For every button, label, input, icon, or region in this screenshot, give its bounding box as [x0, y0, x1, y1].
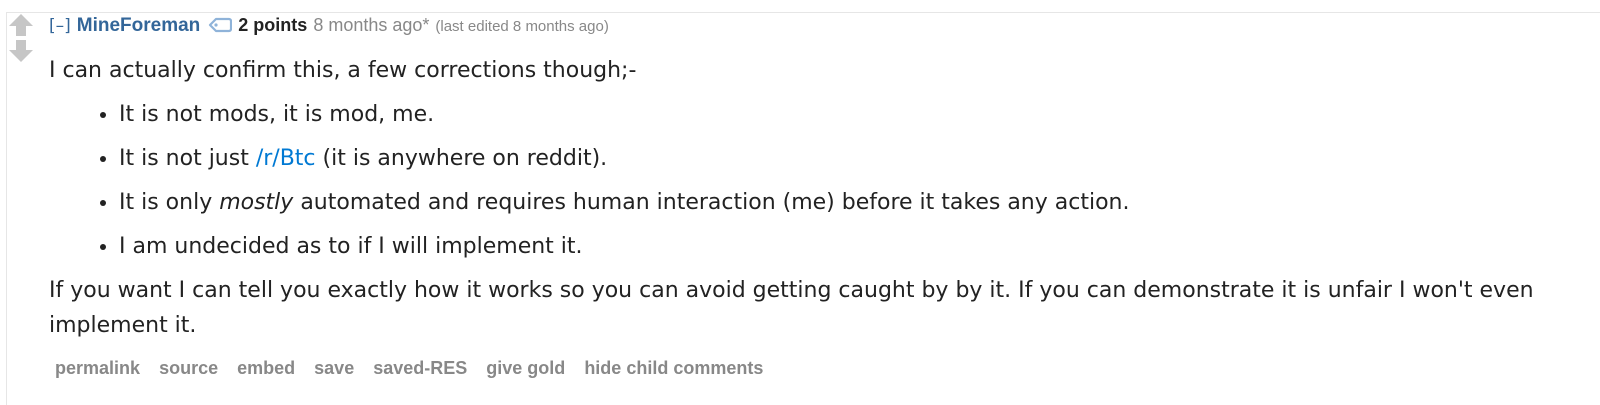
source-button[interactable]: source	[159, 358, 218, 378]
bullet-text: It is not just	[119, 146, 256, 171]
down-arrow-icon[interactable]	[8, 38, 34, 64]
list-item: It is only mostly automated and requires…	[119, 185, 1549, 220]
edited-label: (last edited 8 months ago)	[435, 18, 609, 35]
intro-paragraph: I can actually confirm this, a few corre…	[49, 58, 637, 83]
vote-column	[8, 12, 38, 64]
embed-button[interactable]: embed	[237, 358, 295, 378]
bullet-text: It is not mods, it is mod, me.	[119, 102, 435, 127]
comment-tagline: [–] MineForeman 2 points 8 months ago* (las…	[49, 13, 609, 40]
list-item: I am undecided as to if I will implement…	[119, 229, 1549, 264]
up-arrow-icon[interactable]	[8, 12, 34, 38]
score-label: 2 points	[238, 15, 308, 35]
corrections-list: It is not mods, it is mod, me. It is not…	[49, 97, 1549, 264]
emphasis-text: mostly	[219, 190, 294, 215]
timestamp: 8 months ago*	[313, 15, 430, 35]
comment-body: I can actually confirm this, a few corre…	[49, 53, 1549, 343]
bullet-text: automated and requires human interaction…	[293, 190, 1130, 215]
author-link[interactable]: MineForeman	[77, 15, 201, 36]
save-button[interactable]: save	[314, 358, 354, 378]
collapse-toggle[interactable]: [–]	[49, 16, 71, 36]
comment-actions: permalink source embed save saved-RES gi…	[55, 358, 777, 379]
bullet-text: (it is anywhere on reddit).	[315, 146, 608, 171]
saved-res-button[interactable]: saved-RES	[373, 358, 467, 378]
give-gold-button[interactable]: give gold	[486, 358, 565, 378]
list-item: It is not mods, it is mod, me.	[119, 97, 1549, 132]
hide-child-comments-button[interactable]: hide child comments	[584, 358, 763, 378]
closing-paragraph: If you want I can tell you exactly how i…	[49, 278, 1534, 338]
bullet-text: It is only	[119, 190, 220, 215]
permalink-button[interactable]: permalink	[55, 358, 140, 378]
bullet-text: I am undecided as to if I will implement…	[119, 234, 583, 259]
list-item: It is not just /r/Btc (it is anywhere on…	[119, 141, 1549, 176]
subreddit-link[interactable]: /r/Btc	[256, 146, 316, 171]
tag-icon[interactable]	[208, 16, 233, 40]
